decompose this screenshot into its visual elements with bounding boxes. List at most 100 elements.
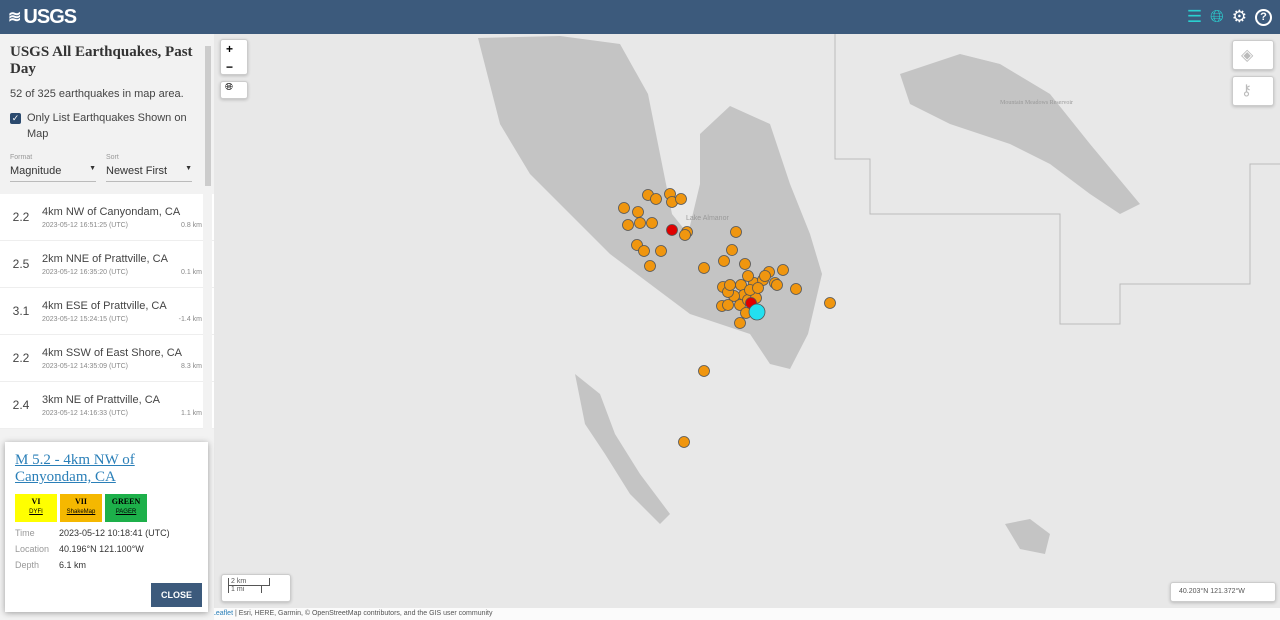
earthquake-marker[interactable] — [759, 270, 771, 282]
earthquake-marker[interactable] — [679, 229, 691, 241]
close-button[interactable]: CLOSE — [150, 583, 202, 607]
earthquake-marker[interactable] — [777, 264, 789, 276]
layers-icon: ◈ — [1241, 47, 1254, 64]
badge-value: VII — [74, 497, 87, 506]
earthquake-marker[interactable] — [618, 202, 630, 214]
earthquake-marker[interactable] — [790, 283, 802, 295]
impact-badge[interactable]: VI DYFI — [15, 494, 57, 522]
chevron-down-icon: ▼ — [89, 165, 96, 172]
earthquake-list-item[interactable]: 2.4 3km NE of Prattville, CA 2023-05-12 14… — [0, 382, 214, 429]
earthquake-marker[interactable] — [718, 255, 730, 267]
scale-km: 2 km — [228, 578, 270, 586]
badge-value: GREEN — [111, 497, 141, 506]
earthquake-marker[interactable] — [632, 206, 644, 218]
earthquake-marker[interactable] — [824, 297, 836, 309]
time-value: 2023-05-12 10:18:41 (UTC) — [59, 528, 170, 538]
checkbox-icon[interactable]: ✓ — [10, 113, 21, 124]
recent-earthquake-marker[interactable] — [666, 224, 678, 236]
checkbox-label: Only List Earthquakes Shown on Map — [27, 112, 187, 140]
time: 2023-05-12 16:51:25 (UTC) — [42, 221, 128, 229]
magnitude: 2.4 — [12, 398, 30, 412]
usgs-logo[interactable]: ≋ USGS — [8, 6, 77, 29]
earthquake-marker[interactable] — [742, 270, 754, 282]
magnitude: 2.2 — [12, 210, 30, 224]
earthquake-marker[interactable] — [678, 436, 690, 448]
earthquake-marker[interactable] — [655, 245, 667, 257]
magnitude: 2.5 — [12, 257, 30, 271]
earthquake-list: 2.2 4km NW of Canyondam, CA 2023-05-12 16:… — [0, 194, 214, 429]
globe-icon: 🌐︎ — [225, 82, 233, 93]
impact-badge[interactable]: VII ShakeMap — [60, 494, 102, 522]
earthquake-marker[interactable] — [752, 282, 764, 294]
depth: 0.1 km — [180, 268, 202, 276]
scale-mi: 1 mi — [228, 586, 262, 593]
depth: -1.4 km — [178, 315, 202, 323]
badge-value: VI — [31, 497, 41, 506]
zoom-out-button[interactable]: − — [221, 58, 247, 76]
earthquake-marker[interactable] — [675, 193, 687, 205]
attribution: Leaflet | Esri, HERE, Garmin, © OpenStre… — [208, 608, 1280, 620]
location-value: 40.196°N 121.100°W — [59, 544, 144, 554]
earthquake-marker[interactable] — [724, 279, 736, 291]
selected-earthquake-marker[interactable] — [748, 303, 766, 321]
sort-select[interactable]: Sort Newest First ▼ — [106, 154, 192, 182]
lake-label: Lake Almanor — [686, 215, 729, 222]
format-select[interactable]: Format Magnitude ▼ — [10, 154, 96, 182]
earthquake-marker[interactable] — [739, 258, 751, 270]
attribution-text: | Esri, HERE, Garmin, © OpenStreetMap co… — [233, 610, 493, 617]
badge-label: DYFI — [29, 509, 43, 515]
earthquake-marker[interactable] — [722, 299, 734, 311]
reservoir-label: Mountain Meadows Reservoir — [1000, 100, 1073, 106]
earthquake-list-item[interactable]: 2.2 4km SSW of East Shore, CA 2023-05-12 1… — [0, 335, 214, 382]
earthquake-list-item[interactable]: 2.2 4km NW of Canyondam, CA 2023-05-12 16:… — [0, 194, 214, 241]
layers-button[interactable]: ◈ — [1232, 40, 1274, 70]
sort-label: Sort — [106, 154, 119, 161]
zoom-in-button[interactable]: + — [221, 40, 247, 58]
legend-button[interactable]: ⚷ — [1232, 76, 1274, 106]
depth: 8.3 km — [180, 362, 202, 370]
badge-label: ShakeMap — [66, 509, 96, 515]
leaflet-link[interactable]: Leaflet — [212, 610, 233, 617]
only-list-checkbox[interactable]: ✓ Only List Earthquakes Shown on Map — [10, 110, 204, 142]
globe-icon[interactable]: 🌐︎ — [1210, 7, 1224, 27]
depth-label: Depth — [15, 560, 40, 570]
help-icon[interactable]: ? — [1255, 8, 1272, 26]
earthquake-marker[interactable] — [622, 219, 634, 231]
depth: 1.1 km — [180, 409, 202, 417]
impact-badge[interactable]: GREEN PAGER — [105, 494, 147, 522]
earthquake-marker[interactable] — [644, 260, 656, 272]
time: 2023-05-12 15:24:15 (UTC) — [42, 315, 128, 323]
globe-view-button[interactable]: 🌐︎ — [220, 81, 248, 99]
quake-count: 52 of 325 earthquakes in map area. — [10, 88, 184, 100]
earthquake-marker[interactable] — [734, 317, 746, 329]
earthquake-marker[interactable] — [646, 217, 658, 229]
sidebar-scrollbar[interactable] — [203, 34, 212, 440]
list-icon[interactable]: ☰ — [1187, 7, 1202, 27]
format-label: Format — [10, 154, 33, 161]
earthquake-marker[interactable] — [698, 262, 710, 274]
earthquake-marker[interactable] — [730, 226, 742, 238]
earthquake-marker[interactable] — [698, 365, 710, 377]
location-label: Location — [15, 544, 50, 554]
earthquake-marker[interactable] — [726, 244, 738, 256]
popup-title-link[interactable]: M 5.2 - 4km NW of Canyondam, CA — [15, 452, 198, 486]
earthquake-marker[interactable] — [650, 193, 662, 205]
earthquake-marker[interactable] — [638, 245, 650, 257]
earthquake-marker[interactable] — [771, 279, 783, 291]
earthquake-list-item[interactable]: 3.1 4km ESE of Prattville, CA 2023-05-12 1… — [0, 288, 214, 335]
earthquake-list-item[interactable]: 2.5 2km NNE of Prattville, CA 2023-05-12 1… — [0, 241, 214, 288]
time: 2023-05-12 14:35:09 (UTC) — [42, 362, 128, 370]
sort-value: Newest First — [106, 165, 168, 177]
list-title: USGS All Earthquakes, Past Day — [10, 44, 193, 77]
coordinates-readout: 40.203°N 121.372°W — [1170, 582, 1276, 602]
format-value: Magnitude — [10, 165, 62, 177]
zoom-control: + − — [220, 39, 248, 75]
place: 4km ESE of Prattville, CA — [42, 299, 167, 312]
earthquake-popup: M 5.2 - 4km NW of Canyondam, CA VI DYFI VI… — [5, 442, 208, 612]
time: 2023-05-12 16:35:20 (UTC) — [42, 268, 128, 276]
earthquake-marker[interactable] — [634, 217, 646, 229]
key-icon: ⚷ — [1241, 82, 1252, 99]
place: 4km SSW of East Shore, CA — [42, 346, 182, 359]
gear-icon[interactable]: ⚙ — [1232, 7, 1247, 27]
place: 4km NW of Canyondam, CA — [42, 205, 181, 218]
